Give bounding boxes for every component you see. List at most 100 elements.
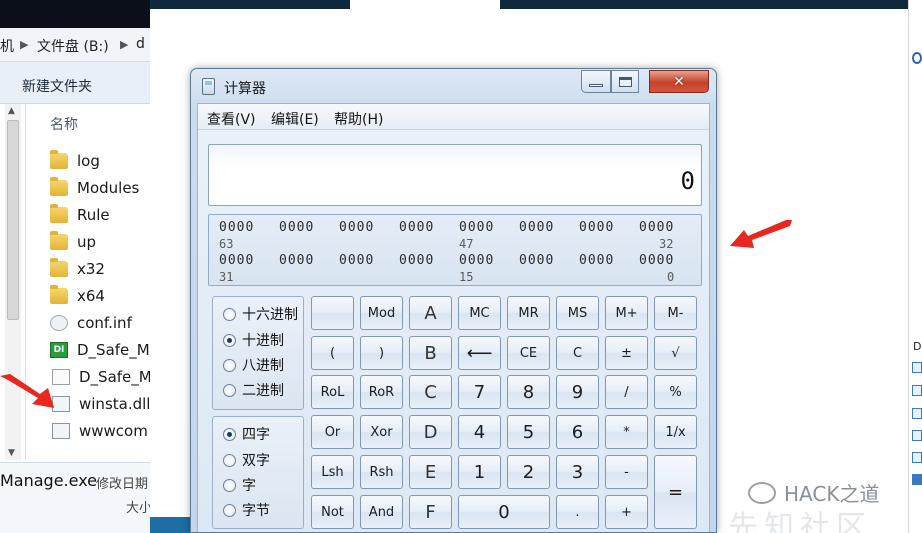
percent-button[interactable]: % bbox=[654, 375, 697, 409]
address-bar[interactable]: 机 ▶ 文件盘 (B:) ▶ d bbox=[0, 28, 150, 62]
digit-4-button[interactable]: 4 bbox=[458, 415, 501, 449]
memory-recall-button[interactable]: MR bbox=[507, 296, 550, 330]
list-item[interactable]: D_Safe_M bbox=[50, 363, 150, 390]
digit-2-button[interactable]: 2 bbox=[507, 455, 550, 489]
radio-button-icon[interactable] bbox=[223, 307, 236, 321]
right-shift-button[interactable]: Rsh bbox=[360, 455, 403, 489]
list-item[interactable]: x64 bbox=[50, 282, 150, 309]
new-folder-button[interactable]: 新建文件夹 bbox=[22, 76, 92, 96]
scroll-down-icon[interactable]: ▼ bbox=[8, 448, 15, 458]
memory-store-button[interactable]: MS bbox=[556, 296, 599, 330]
list-item[interactable]: DI D_Safe_M bbox=[50, 336, 150, 363]
decimal-point-button[interactable]: . bbox=[556, 495, 599, 529]
radio-button-icon[interactable] bbox=[223, 503, 236, 517]
divide-button[interactable]: / bbox=[605, 375, 648, 409]
hex-e-button[interactable]: E bbox=[409, 455, 452, 489]
radio-button-selected-icon[interactable] bbox=[223, 333, 236, 347]
list-item[interactable]: up bbox=[50, 228, 150, 255]
right-paren-button[interactable]: ) bbox=[360, 336, 403, 370]
multiply-button[interactable]: * bbox=[605, 415, 648, 449]
breadcrumb-folder[interactable]: d bbox=[136, 36, 145, 52]
digit-6-button[interactable]: 6 bbox=[556, 415, 599, 449]
menu-edit[interactable]: 编辑(E) bbox=[271, 109, 319, 129]
radio-byte[interactable]: 字节 bbox=[223, 500, 270, 520]
memory-add-button[interactable]: M+ bbox=[605, 296, 648, 330]
square-root-button[interactable]: √ bbox=[654, 336, 697, 370]
bit-group[interactable]: 0000 bbox=[519, 253, 554, 268]
radio-qword[interactable]: 四字 bbox=[223, 424, 270, 444]
negate-button[interactable]: ± bbox=[605, 336, 648, 370]
radio-button-icon[interactable] bbox=[223, 453, 236, 467]
list-item[interactable]: log bbox=[50, 147, 150, 174]
minus-button[interactable]: - bbox=[605, 455, 648, 489]
radio-button-icon[interactable] bbox=[223, 478, 236, 492]
digit-0-button[interactable]: 0 bbox=[458, 495, 550, 529]
calculator-titlebar[interactable]: 计算器 ✕ bbox=[191, 69, 716, 103]
rotate-left-button[interactable]: RoL bbox=[311, 375, 354, 409]
digit-7-button[interactable]: 7 bbox=[458, 375, 501, 409]
name-column-header[interactable]: 名称 bbox=[50, 114, 78, 134]
digit-1-button[interactable]: 1 bbox=[458, 455, 501, 489]
bit-group[interactable]: 0000 bbox=[459, 253, 494, 268]
plus-button[interactable]: + bbox=[605, 495, 648, 529]
or-button[interactable]: Or bbox=[311, 415, 354, 449]
blank-button[interactable] bbox=[311, 296, 354, 330]
memory-subtract-button[interactable]: M- bbox=[654, 296, 697, 330]
radio-oct[interactable]: 八进制 bbox=[223, 355, 284, 375]
breadcrumb-computer[interactable]: 机 bbox=[0, 36, 14, 56]
close-button[interactable]: ✕ bbox=[649, 70, 709, 93]
radio-hex[interactable]: 十六进制 bbox=[223, 304, 298, 324]
menu-help[interactable]: 帮助(H) bbox=[334, 109, 383, 129]
not-button[interactable]: Not bbox=[311, 495, 354, 529]
digit-8-button[interactable]: 8 bbox=[507, 375, 550, 409]
bit-group[interactable]: 0000 bbox=[219, 220, 254, 235]
radio-word[interactable]: 字 bbox=[223, 475, 256, 495]
xor-button[interactable]: Xor bbox=[360, 415, 403, 449]
bit-group[interactable]: 0000 bbox=[219, 253, 254, 268]
hex-d-button[interactable]: D bbox=[409, 415, 452, 449]
radio-dec[interactable]: 十进制 bbox=[223, 330, 284, 350]
reciprocal-button[interactable]: 1/x bbox=[654, 415, 697, 449]
hex-c-button[interactable]: C bbox=[409, 375, 452, 409]
bit-group[interactable]: 0000 bbox=[399, 253, 434, 268]
list-item[interactable]: Modules bbox=[50, 174, 150, 201]
radio-button-selected-icon[interactable] bbox=[223, 427, 236, 441]
bit-group[interactable]: 0000 bbox=[339, 253, 374, 268]
bit-group[interactable]: 0000 bbox=[339, 220, 374, 235]
hex-f-button[interactable]: F bbox=[409, 495, 452, 529]
memory-clear-button[interactable]: MC bbox=[458, 296, 501, 330]
list-item[interactable]: conf.inf bbox=[50, 309, 150, 336]
bit-group[interactable]: 0000 bbox=[399, 220, 434, 235]
left-shift-button[interactable]: Lsh bbox=[311, 455, 354, 489]
radio-bin[interactable]: 二进制 bbox=[223, 380, 284, 400]
backspace-button[interactable]: ⟵ bbox=[458, 336, 501, 370]
digit-3-button[interactable]: 3 bbox=[556, 455, 599, 489]
left-paren-button[interactable]: ( bbox=[311, 336, 354, 370]
mod-button[interactable]: Mod bbox=[360, 296, 403, 330]
rotate-right-button[interactable]: RoR bbox=[360, 375, 403, 409]
scroll-up-icon[interactable]: ▲ bbox=[8, 106, 15, 116]
bit-group[interactable]: 0000 bbox=[639, 220, 674, 235]
hex-b-button[interactable]: B bbox=[409, 336, 452, 370]
list-item[interactable]: winsta.dll bbox=[50, 390, 150, 417]
clear-button[interactable]: C bbox=[556, 336, 599, 370]
list-item[interactable]: wwwcom bbox=[50, 417, 150, 444]
bit-group[interactable]: 0000 bbox=[579, 220, 614, 235]
clear-entry-button[interactable]: CE bbox=[507, 336, 550, 370]
radio-button-icon[interactable] bbox=[223, 383, 236, 397]
bit-group[interactable]: 0000 bbox=[279, 253, 314, 268]
bit-group[interactable]: 0000 bbox=[579, 253, 614, 268]
list-item[interactable]: x32 bbox=[50, 255, 150, 282]
equals-button[interactable]: = bbox=[654, 455, 697, 529]
radio-button-icon[interactable] bbox=[223, 358, 236, 372]
hex-a-button[interactable]: A bbox=[409, 296, 452, 330]
bit-group[interactable]: 0000 bbox=[639, 253, 674, 268]
breadcrumb-drive[interactable]: 文件盘 (B:) bbox=[37, 36, 109, 56]
menu-view[interactable]: 查看(V) bbox=[207, 109, 256, 129]
scrollbar-thumb[interactable] bbox=[7, 120, 19, 320]
minimize-button[interactable] bbox=[581, 70, 611, 93]
bit-group[interactable]: 0000 bbox=[279, 220, 314, 235]
bit-group[interactable]: 0000 bbox=[459, 220, 494, 235]
bit-group[interactable]: 0000 bbox=[519, 220, 554, 235]
and-button[interactable]: And bbox=[360, 495, 403, 529]
